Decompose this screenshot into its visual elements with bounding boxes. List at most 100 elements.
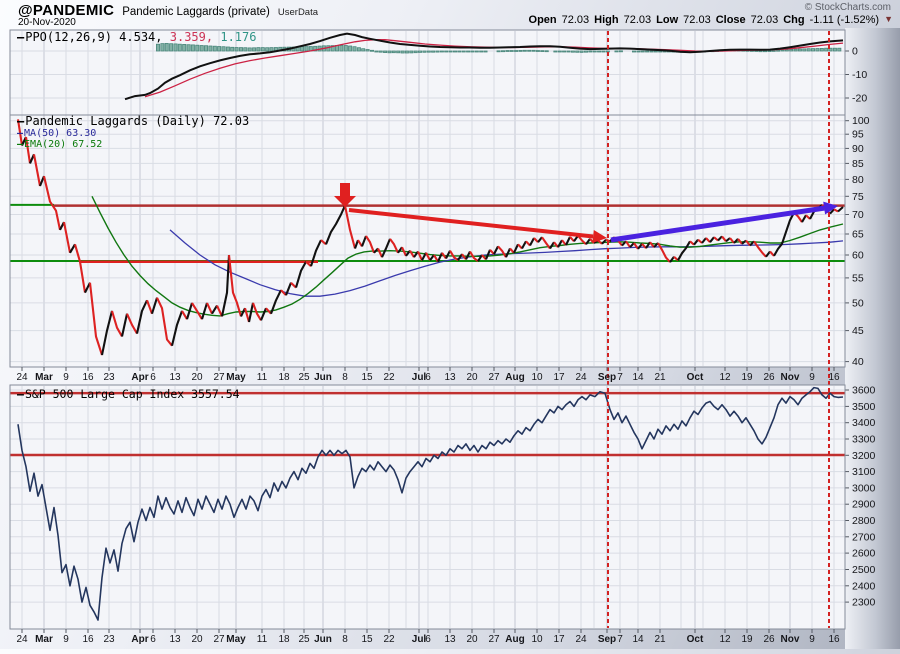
ppo-signal-value: 3.359, <box>170 30 213 44</box>
x-axis-date-label: 15 <box>361 634 373 645</box>
price-line-swatch: — <box>17 114 22 128</box>
x-axis-date-label: Mar <box>35 634 53 645</box>
price-legend-text: Pandemic Laggards (Daily) 72.03 <box>25 114 249 128</box>
x-axis-date-label: 24 <box>16 372 28 383</box>
chart-svg[interactable]: 24Mar91623Apr6132027May111825Jun81522Jul… <box>0 0 900 649</box>
x-axis-date-label: 16 <box>828 634 840 645</box>
chart-canvas[interactable]: 24Mar91623Apr6132027May111825Jun81522Jul… <box>0 0 900 649</box>
x-axis-date-label: Apr <box>131 372 148 383</box>
y-axis-label: 40 <box>852 356 864 368</box>
x-axis-date-label: 22 <box>383 372 395 383</box>
y-axis-label: 3000 <box>852 482 876 494</box>
x-axis-date-label: 19 <box>741 372 753 383</box>
x-axis-date-label: 9 <box>63 634 69 645</box>
x-axis-date-label: 23 <box>103 634 115 645</box>
x-axis-date-label: 6 <box>150 372 156 383</box>
y-axis-label: 85 <box>852 158 864 170</box>
x-axis-date-label: May <box>226 372 246 383</box>
y-axis-label: 2300 <box>852 597 876 609</box>
y-axis-label: 2700 <box>852 531 876 543</box>
ema20-line-swatch: — <box>17 139 21 150</box>
y-axis-label: 95 <box>852 129 864 141</box>
x-axis-date-label: Mar <box>35 372 53 383</box>
x-axis-date-label: 12 <box>719 372 731 383</box>
ppo-legend: —PPO(12,26,9) 4.534, 3.359, 1.176 <box>17 30 256 44</box>
x-axis-date-label: Sep <box>598 634 616 645</box>
x-axis-date-label: Jun <box>314 634 332 645</box>
y-axis-label: 75 <box>852 191 864 203</box>
x-axis-date-label: Nov <box>781 372 800 383</box>
ema20-legend-line: —EMA(20) 67.52 <box>17 139 249 151</box>
x-axis-date-label: 11 <box>257 372 268 383</box>
x-axis-date-label: 18 <box>278 372 290 383</box>
x-axis-date-label: 17 <box>553 634 565 645</box>
y-axis-label: 3500 <box>852 401 876 413</box>
x-axis-date-label: 25 <box>298 372 310 383</box>
x-axis-date-label: 27 <box>488 372 500 383</box>
x-axis-date-label: 16 <box>828 372 840 383</box>
y-axis-label: 2500 <box>852 564 876 576</box>
x-axis-date-label: 6 <box>150 634 156 645</box>
x-axis-date-label: 26 <box>763 634 775 645</box>
stockcharts-chart-page: @PANDEMIC Pandemic Laggards (private) Us… <box>0 0 900 649</box>
x-axis-date-label: 9 <box>809 372 815 383</box>
y-axis-label: 3400 <box>852 417 876 429</box>
x-axis-date-label: 7 <box>617 634 623 645</box>
x-axis-date-label: Sep <box>598 372 616 383</box>
y-axis-label: 3200 <box>852 450 876 462</box>
y-axis-label: 3600 <box>852 385 876 397</box>
x-axis-date-label: 24 <box>575 634 587 645</box>
x-axis-date-label: Nov <box>781 634 800 645</box>
x-axis-date-label: 21 <box>654 372 666 383</box>
x-axis-date-label: 8 <box>342 372 348 383</box>
ma50-legend-text: MA(50) 63.30 <box>24 128 96 139</box>
x-axis-date-label: Jun <box>314 372 332 383</box>
ma50-legend-line: —MA(50) 63.30 <box>17 128 249 140</box>
x-axis-date-label: 12 <box>719 634 731 645</box>
y-axis-label: 100 <box>852 115 870 127</box>
x-axis-date-label: 24 <box>575 372 587 383</box>
y-axis-label: 2900 <box>852 499 876 511</box>
x-axis-date-label: 13 <box>444 634 456 645</box>
y-axis-label: 65 <box>852 229 864 241</box>
y-axis-label: 60 <box>852 250 864 262</box>
x-axis-date-label: Aug <box>505 634 524 645</box>
sp500-line-swatch: — <box>17 387 22 401</box>
x-axis-date-label: 24 <box>16 634 28 645</box>
price-legend-line: —Pandemic Laggards (Daily) 72.03 <box>17 116 249 128</box>
x-axis-date-label: 13 <box>169 372 181 383</box>
x-axis-date-label: 10 <box>531 372 543 383</box>
y-axis-label: 50 <box>852 297 864 309</box>
x-axis-date-label: Oct <box>687 372 704 383</box>
x-axis-date-label: 25 <box>298 634 310 645</box>
x-axis-date-label: 16 <box>82 634 94 645</box>
ppo-legend-text: PPO(12,26,9) 4.534, <box>25 30 162 44</box>
x-axis-date-label: 16 <box>82 372 94 383</box>
x-axis-date-label: 6 <box>425 634 431 645</box>
x-axis-date-label: Oct <box>687 634 704 645</box>
sp500-legend: —S&P 500 Large Cap Index 3557.54 <box>17 387 240 401</box>
x-axis-date-label: 15 <box>361 372 373 383</box>
x-axis-date-label: 14 <box>632 634 644 645</box>
x-axis-date-label: 19 <box>741 634 753 645</box>
x-axis-date-label: 27 <box>488 634 500 645</box>
x-axis-date-label: 6 <box>425 372 431 383</box>
x-axis-date-label: 20 <box>191 634 203 645</box>
y-axis-label: 2400 <box>852 580 876 592</box>
x-axis-date-label: 9 <box>63 372 69 383</box>
x-axis-date-label: 27 <box>213 634 225 645</box>
x-axis-date-label: Aug <box>505 372 524 383</box>
y-axis-label: 2800 <box>852 515 876 527</box>
y-axis-label: 55 <box>852 272 864 284</box>
x-axis-date-label: 20 <box>466 634 478 645</box>
y-axis-label: 90 <box>852 143 864 155</box>
y-axis-label: 3300 <box>852 434 876 446</box>
y-axis-label: 70 <box>852 209 864 221</box>
x-axis-date-label: 20 <box>466 372 478 383</box>
y-axis-label: 80 <box>852 174 864 186</box>
y-axis-label: -10 <box>852 69 867 81</box>
y-axis-label: 0 <box>852 46 858 58</box>
x-axis-date-label: 14 <box>632 372 644 383</box>
ema20-legend-text: EMA(20) 67.52 <box>24 139 102 150</box>
x-axis-date-label: 26 <box>763 372 775 383</box>
